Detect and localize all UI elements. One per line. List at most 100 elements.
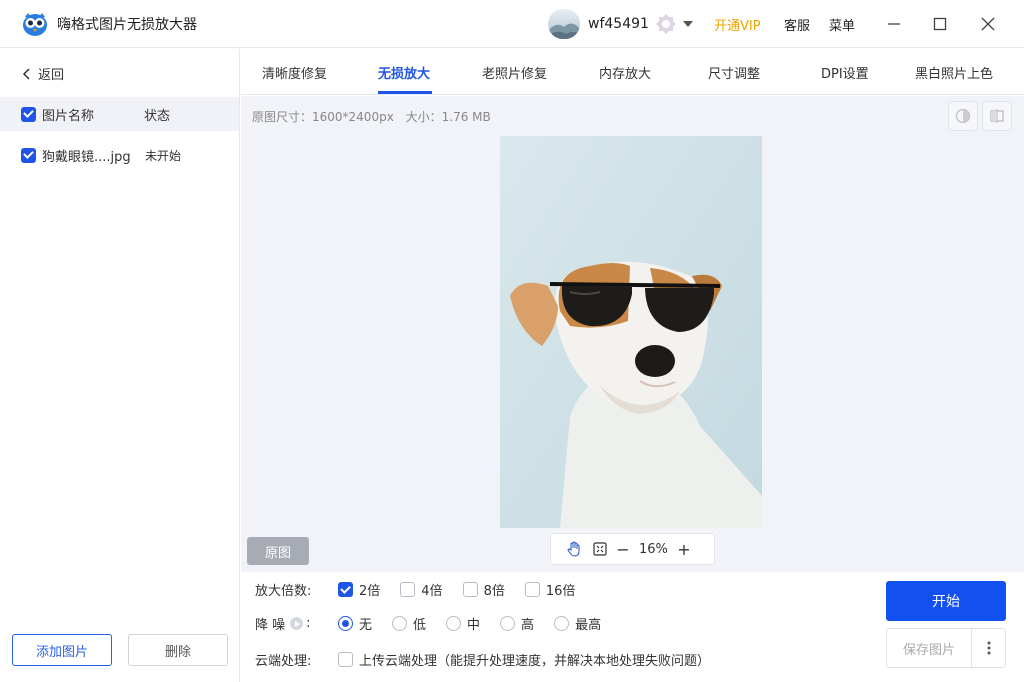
save-image-button[interactable]: 保存图片 [886,628,971,668]
denoise-option-highest[interactable]: 最高 [554,614,601,633]
scale-16x-label: 16倍 [545,584,576,599]
compare-toggle-button[interactable] [948,101,978,131]
tab-old-photo-repair[interactable]: 老照片修复 [482,63,547,82]
back-button[interactable]: 返回 [22,64,64,83]
file-name: 狗戴眼镜....jpg [42,149,131,165]
scale-4x-checkbox[interactable] [400,582,416,597]
split-view-icon [990,109,1004,123]
add-image-button[interactable]: 添加图片 [12,634,112,666]
cloud-upload-checkbox[interactable] [338,652,353,667]
open-vip-link[interactable]: 开通VIP [714,15,761,34]
image-dimensions: 原图尺寸：1600*2400px [252,110,394,124]
dog-with-sunglasses-image [500,136,762,528]
hand-pan-button[interactable] [561,534,587,564]
maximize-icon [933,17,947,31]
dog-photo-preview [500,136,762,528]
denoise-highest-label: 最高 [575,618,602,633]
back-label: 返回 [38,68,65,83]
active-tab-indicator [378,91,432,94]
options-panel: 放大倍数: 2倍 4倍 8倍 16倍 降 噪 : 无 低 中 高 最高 云端处理… [241,572,1024,682]
table-row[interactable]: 狗戴眼镜....jpg 未开始 [0,139,239,171]
info-icon[interactable] [290,617,304,630]
more-vertical-icon [987,641,990,655]
close-icon [981,17,995,31]
denoise-option-high[interactable]: 高 [500,614,534,633]
username: wf45491 [588,16,649,32]
cloud-options: 云端处理: 上传云端处理（能提升处理速度，并解决本地处理失败问题） [255,650,730,669]
denoise-low-label: 低 [413,618,427,633]
scale-option-8x[interactable]: 8倍 [462,580,505,599]
scale-option-16x[interactable]: 16倍 [524,580,576,599]
close-button[interactable] [976,12,1000,36]
scale-2x-checkbox[interactable] [338,582,353,597]
minimize-button[interactable] [882,12,906,36]
file-status: 未开始 [145,148,182,163]
split-view-button[interactable] [982,101,1012,131]
denoise-option-low[interactable]: 低 [392,614,426,633]
denoise-low-radio[interactable] [392,616,408,631]
denoise-medium-label: 中 [467,618,481,633]
image-info: 原图尺寸：1600*2400px 大小：1.76 MB [252,108,491,125]
scale-option-2x[interactable]: 2倍 [338,580,380,599]
denoise-colon: : [306,616,311,631]
tab-size-adjust[interactable]: 尺寸调整 [708,63,760,82]
chevron-down-icon[interactable] [682,21,693,27]
status-column-header: 状态 [144,108,171,124]
hand-icon [567,541,580,557]
denoise-label-group: 降 噪 : [255,614,338,633]
file-list-header: 图片名称 状态 [0,97,239,131]
scale-options: 放大倍数: 2倍 4倍 8倍 16倍 [255,580,595,599]
tab-memory-enlarge[interactable]: 内存放大 [599,63,651,82]
scale-8x-label: 8倍 [483,584,505,599]
tab-lossless-enlarge[interactable]: 无损放大 [378,63,430,82]
select-all-checkbox[interactable] [21,106,36,122]
denoise-options: 降 噪 : 无 低 中 高 最高 [255,614,621,633]
cloud-upload-label: 上传云端处理（能提升处理速度，并解决本地处理失败问题） [359,654,711,669]
more-options-button[interactable] [971,628,1006,668]
half-circle-icon [955,108,971,124]
scale-label: 放大倍数: [255,584,312,599]
tab-colorize[interactable]: 黑白照片上色 [915,63,993,82]
user-menu[interactable]: wf45491 [548,9,693,39]
zoom-level: 16% [639,541,668,557]
scale-option-4x[interactable]: 4倍 [400,580,443,599]
scale-4x-label: 4倍 [421,584,443,599]
minimize-icon [888,23,900,25]
preview-area: 原图尺寸：1600*2400px 大小：1.76 MB 原图 − 16% + [241,96,1024,572]
denoise-option-medium[interactable]: 中 [446,614,480,633]
start-button[interactable]: 开始 [886,581,1006,621]
title-bar: 嗨格式图片无损放大器 wf45491 开通VIP 客服 菜单 [0,0,1024,48]
tab-clarity-repair[interactable]: 清晰度修复 [262,63,327,82]
denoise-high-label: 高 [521,618,535,633]
app-title: 嗨格式图片无损放大器 [57,16,197,33]
image-file-size: 大小：1.76 MB [405,110,491,124]
denoise-label: 降 噪 [255,618,286,633]
feature-tabs: 清晰度修复 无损放大 老照片修复 内存放大 尺寸调整 DPI设置 黑白照片上色 [241,49,1024,95]
cloud-label: 云端处理: [255,654,312,669]
delete-button[interactable]: 删除 [128,634,228,666]
denoise-option-none[interactable]: 无 [338,614,372,633]
menu-link[interactable]: 菜单 [829,15,855,34]
denoise-medium-radio[interactable] [446,616,462,631]
zoom-out-button[interactable]: − [613,540,633,559]
denoise-high-radio[interactable] [500,616,516,631]
denoise-none-label: 无 [359,618,373,633]
zoom-in-button[interactable]: + [674,540,694,559]
avatar[interactable] [548,9,580,39]
maximize-button[interactable] [928,12,952,36]
tab-dpi-settings[interactable]: DPI设置 [821,63,869,82]
fit-screen-button[interactable] [587,534,613,564]
owl-logo-icon [22,11,48,37]
zoom-toolbar: − 16% + [550,533,715,565]
name-column-header: 图片名称 [42,108,95,124]
cloud-upload-option[interactable]: 上传云端处理（能提升处理速度，并解决本地处理失败问题） [338,650,710,669]
denoise-highest-radio[interactable] [554,616,570,631]
original-view-button[interactable]: 原图 [247,537,309,565]
scale-8x-checkbox[interactable] [462,582,478,597]
file-checkbox[interactable] [21,147,36,163]
customer-service-link[interactable]: 客服 [784,15,810,34]
denoise-none-radio[interactable] [338,616,353,631]
vip-badge-icon [655,13,677,35]
scale-16x-checkbox[interactable] [524,582,540,597]
chevron-left-icon [22,67,30,80]
